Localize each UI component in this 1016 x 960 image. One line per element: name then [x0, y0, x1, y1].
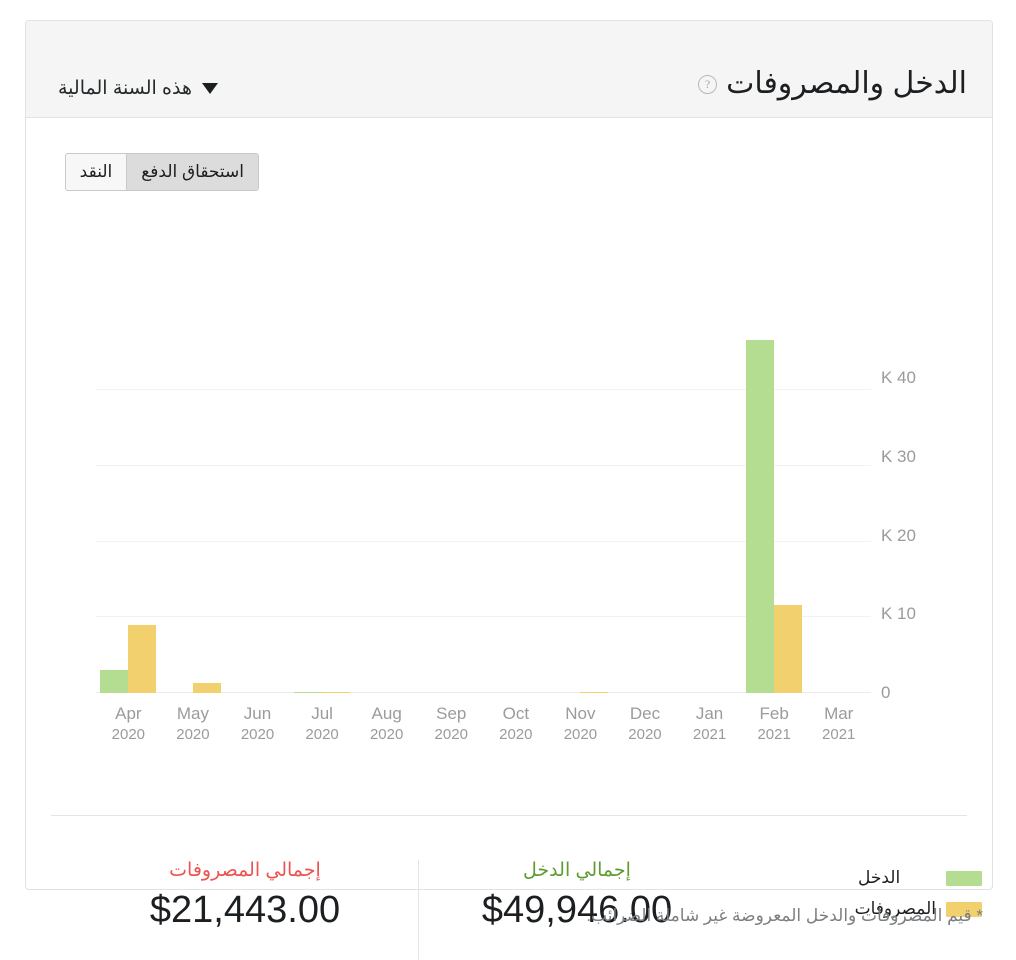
y-axis-tick-label: K 30: [881, 447, 916, 466]
y-axis-tick-label: 0: [881, 683, 891, 702]
bar-income[interactable]: [294, 692, 323, 693]
totals-section: الدخل المصروفات إجمالي الدخل $49,946.00 …: [26, 848, 992, 960]
bar-chart: 0 K 10 K 20 K 30 K 40 Mar 2021 Feb 2021 Jan 2021 D…: [26, 118, 994, 798]
chart-bar-group[interactable]: [225, 339, 290, 693]
x-axis-tick-label: Aug 2020: [369, 704, 404, 743]
total-expenses-caption: إجمالي المصروفات: [169, 860, 321, 881]
period-dropdown-label: هذه السنة المالية: [58, 78, 192, 99]
income-expenses-card: الدخل والمصروفات ? هذه السنة المالية است…: [25, 20, 994, 960]
x-axis-tick-label: May 2020: [176, 704, 210, 743]
bar-income[interactable]: [746, 339, 775, 693]
bar-expense[interactable]: [774, 605, 803, 693]
x-axis-tick-label: Dec 2020: [628, 704, 662, 743]
chart-bar-group[interactable]: [96, 339, 161, 693]
chevron-down-icon: [202, 83, 218, 94]
x-axis-tick-label: Sep 2020: [434, 704, 468, 743]
x-axis-tick-label: Feb 2021: [757, 704, 791, 743]
chart-bar-group[interactable]: [161, 339, 226, 693]
x-axis-tick-label: Oct 2020: [499, 704, 533, 743]
chart-bar-group[interactable]: [290, 339, 355, 693]
x-axis-tick-label: Jan 2021: [692, 704, 727, 743]
chart-plot-area: [96, 339, 871, 693]
x-axis-tick-label: Mar 2021: [822, 704, 856, 743]
chart-bars: [96, 339, 871, 693]
bar-expense[interactable]: [128, 625, 157, 693]
x-axis-tick-label: Nov 2020: [563, 704, 598, 743]
card-header: الدخل والمصروفات ? هذه السنة المالية: [26, 21, 992, 118]
chart-bar-group[interactable]: [484, 339, 549, 693]
chart-bar-group[interactable]: [354, 339, 419, 693]
total-expenses: إجمالي المصروفات $21,443.00: [95, 858, 395, 936]
help-circle-icon[interactable]: ?: [698, 74, 718, 94]
chart-x-axis: Mar 2021 Feb 2021 Jan 2021 Dec 2020 Nov 2020 Oct 20…: [96, 703, 871, 745]
legend-item-income: الدخل: [855, 868, 982, 888]
y-axis-tick-label: K 10: [881, 604, 916, 624]
chart-bar-group[interactable]: [548, 339, 613, 693]
x-axis-tick-label: Apr 2020: [111, 704, 146, 743]
chart-y-axis: 0 K 10 K 20 K 30 K 40: [881, 339, 976, 702]
income-expenses-widget: الدخل والمصروفات ? هذه السنة المالية است…: [0, 0, 1016, 960]
card-body: استحقاق الدفع النقد 0K 10 K 20 K 30 K 40 Ma…: [26, 118, 994, 960]
chart-bar-group[interactable]: [419, 339, 484, 693]
totals-vertical-divider: [418, 860, 419, 960]
bar-expense[interactable]: [580, 691, 609, 693]
y-axis-tick-label: K 20: [881, 525, 916, 545]
bar-expense[interactable]: [322, 692, 351, 693]
total-income-caption: إجمالي الدخل: [523, 860, 631, 881]
legend-swatch-income: [946, 870, 982, 886]
y-axis-tick-label: K 40: [881, 368, 916, 388]
page-title: الدخل والمصروفات ?: [698, 69, 967, 99]
section-divider: [51, 815, 967, 816]
chart-bar-group[interactable]: [742, 339, 807, 693]
legend-label-income: الدخل: [858, 868, 901, 887]
bar-income[interactable]: [100, 669, 129, 693]
x-axis-tick-label: Jun 2020: [240, 704, 275, 743]
chart-bar-group[interactable]: [677, 339, 742, 693]
title-text: الدخل والمصروفات: [726, 67, 967, 100]
x-axis-tick-label: Jul 2020: [305, 704, 339, 743]
bar-expense[interactable]: [192, 683, 221, 693]
chart-bar-group[interactable]: [613, 339, 678, 693]
chart-bar-group[interactable]: [806, 339, 871, 693]
period-dropdown[interactable]: هذه السنة المالية: [58, 77, 218, 100]
footnote-text: * قيم المصروفات والدخل المعروضة غير شامل…: [586, 906, 983, 925]
total-expenses-value: $21,443.00: [149, 889, 341, 931]
